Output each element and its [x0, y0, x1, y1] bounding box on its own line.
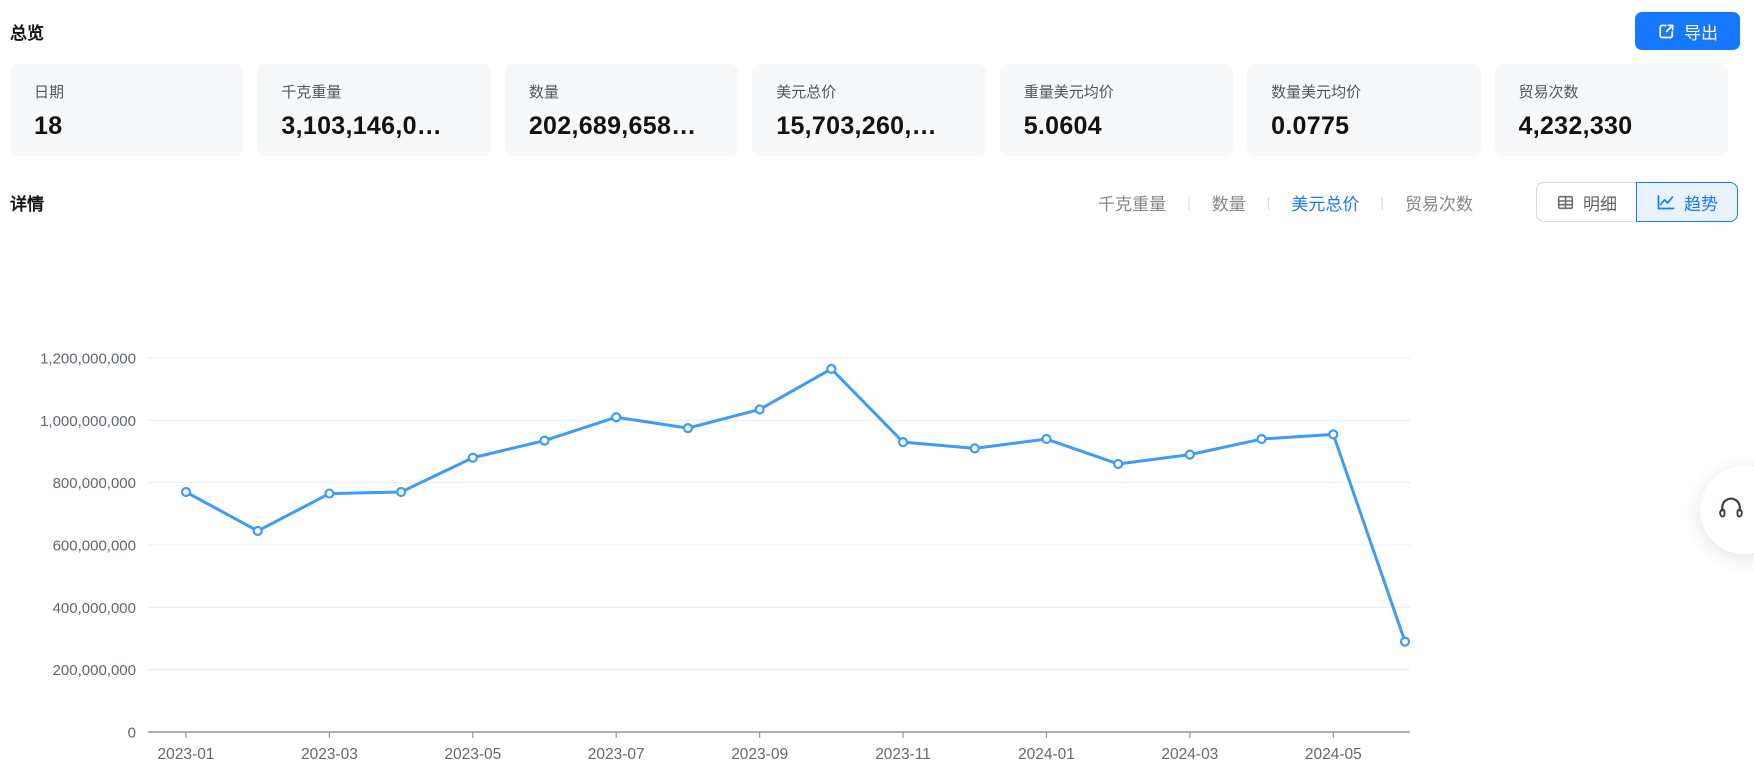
stat-card-6: 贸易次数 4,232,330 [1494, 64, 1728, 156]
data-point [969, 443, 980, 454]
details-controls: 千克重量 | 数量 | 美元总价 | 贸易次数 明细 趋势 [1077, 182, 1738, 222]
headset-icon [1716, 493, 1746, 528]
stat-card-2: 数量 202,689,658… [504, 64, 739, 156]
details-title: 详情 [10, 194, 44, 214]
metric-tab-1[interactable]: 数量 [1191, 190, 1267, 215]
x-axis-tick-label: 2024-05 [1305, 746, 1362, 763]
stat-value: 5.0604 [1023, 112, 1102, 140]
trend-line-chart: 0 200,000,000 400,000,000 600,000,000 800,00… [40, 351, 1411, 763]
overview-page: 总览 导出 日期 18 千克重量 3,103,146,0… 数量 202,689,658…… [0, 0, 1754, 784]
y-axis-tick-label: 1,200,000,000 [40, 351, 136, 368]
y-axis-tick-label: 1,000,000,000 [40, 413, 136, 430]
data-point [252, 525, 263, 537]
x-axis-tick-label: 2023-09 [731, 746, 788, 763]
stat-card-1: 千克重量 3,103,146,0… [257, 64, 491, 156]
data-point [396, 486, 407, 498]
page-title: 总览 [10, 23, 44, 43]
x-axis-tick-label: 2023-05 [444, 746, 501, 763]
stat-label: 数量 [528, 84, 559, 101]
stat-card-4: 重量美元均价 5.0604 [999, 64, 1234, 156]
data-point [826, 363, 837, 375]
stat-card-0: 日期 18 [10, 64, 244, 156]
export-icon [1657, 22, 1676, 41]
chart-area: 0 200,000,000 400,000,000 600,000,000 800,00… [0, 234, 1754, 774]
stat-cards-row: 日期 18 千克重量 3,103,146,0… 数量 202,689,658… 美元总价 15… [0, 58, 1754, 156]
data-point [1328, 429, 1339, 440]
toggle-label: 明细 [1583, 194, 1617, 214]
metric-tab-3[interactable]: 贸易次数 [1384, 190, 1494, 215]
y-axis-tick-label: 600,000,000 [53, 538, 136, 555]
data-point [324, 488, 335, 499]
data-point [467, 452, 478, 463]
data-point [611, 412, 622, 423]
details-bar: 详情 千克重量 | 数量 | 美元总价 | 贸易次数 明细 趋势 [0, 156, 1754, 222]
data-point [897, 437, 909, 448]
data-point [1041, 433, 1052, 445]
stat-card-3: 美元总价 15,703,260,… [752, 64, 986, 156]
stat-value: 0.0775 [1271, 112, 1350, 140]
view-trend-button[interactable]: 趋势 [1636, 182, 1738, 222]
trend-icon [1656, 193, 1676, 212]
data-point [1399, 636, 1411, 647]
stat-value: 18 [34, 112, 63, 140]
stat-label: 日期 [34, 84, 65, 101]
y-axis-tick-label: 800,000,000 [53, 475, 136, 492]
toggle-label: 趋势 [1684, 194, 1718, 214]
metric-tab-0[interactable]: 千克重量 [1077, 190, 1187, 215]
data-point [754, 404, 765, 415]
data-point [682, 423, 694, 434]
data-point [1256, 433, 1267, 445]
metric-tab-2[interactable]: 美元总价 [1270, 190, 1380, 215]
stat-card-5: 数量美元均价 0.0775 [1247, 64, 1481, 156]
y-axis-tick-label: 400,000,000 [53, 600, 136, 617]
stat-value: 4,232,330 [1518, 112, 1633, 140]
x-axis-tick-label: 2024-01 [1018, 746, 1075, 763]
y-axis-tick-label: 200,000,000 [53, 662, 136, 679]
stat-value: 202,689,658… [528, 112, 697, 140]
stat-label: 美元总价 [776, 84, 837, 101]
stat-value: 3,103,146,0… [281, 112, 443, 140]
metric-tabs: 千克重量 | 数量 | 美元总价 | 贸易次数 [1077, 190, 1494, 215]
data-point [180, 486, 192, 498]
data-point [1113, 458, 1124, 470]
table-icon [1556, 193, 1575, 212]
y-axis-tick-label: 0 [128, 725, 136, 742]
x-axis-tick-label: 2024-03 [1161, 746, 1218, 763]
x-axis-tick-label: 2023-07 [588, 746, 645, 763]
x-axis-tick-label: 2023-01 [158, 746, 215, 763]
export-button-label: 导出 [1684, 23, 1718, 43]
stat-value: 15,703,260,… [776, 112, 937, 140]
export-button[interactable]: 导出 [1635, 12, 1740, 50]
data-point [1184, 449, 1195, 460]
data-point [539, 435, 550, 446]
x-axis-tick-label: 2023-03 [301, 746, 358, 763]
stat-label: 贸易次数 [1518, 84, 1579, 101]
view-detail-button[interactable]: 明细 [1536, 182, 1637, 222]
stat-label: 千克重量 [281, 84, 342, 101]
view-toggle-group: 明细 趋势 [1536, 182, 1738, 222]
x-axis-tick-label: 2023-11 [875, 746, 931, 763]
top-bar: 总览 导出 [0, 0, 1754, 58]
series-line [184, 367, 1407, 644]
stat-label: 重量美元均价 [1023, 84, 1114, 101]
stat-label: 数量美元均价 [1271, 84, 1362, 101]
